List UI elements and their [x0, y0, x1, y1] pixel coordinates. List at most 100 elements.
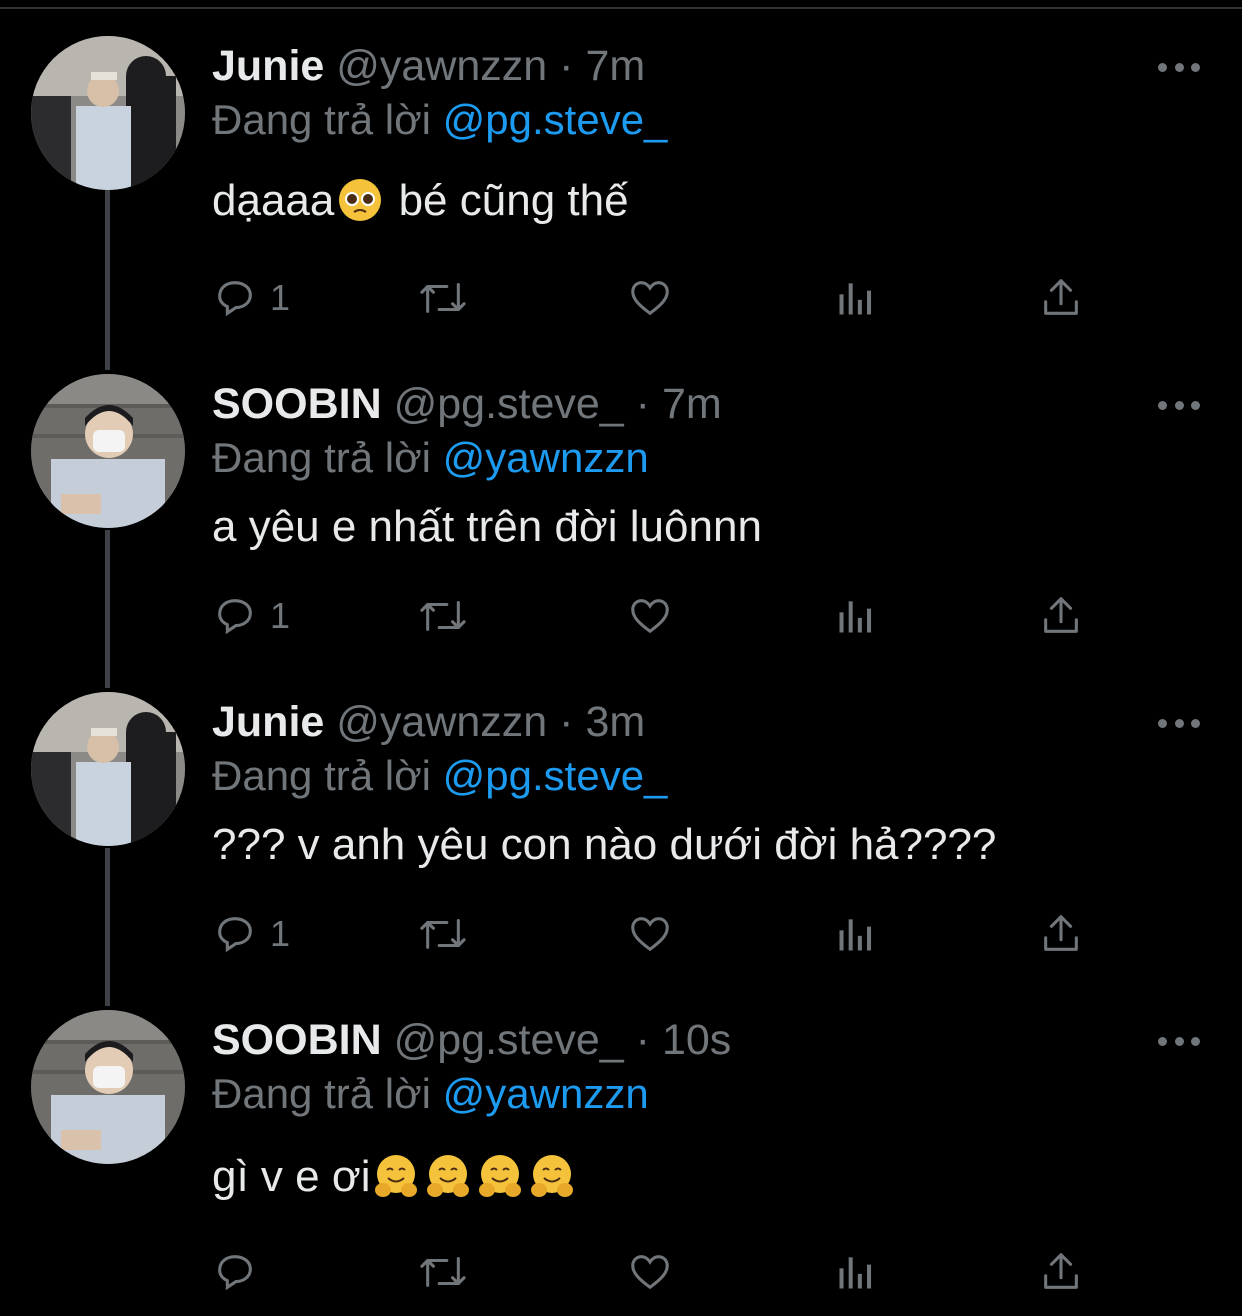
- mention-link[interactable]: @pg.steve_: [443, 96, 668, 143]
- tweet-text: dạaaa bé cũng thế: [212, 174, 629, 228]
- username[interactable]: @pg.steve_: [394, 1016, 624, 1064]
- avatar-soobin[interactable]: [31, 374, 185, 528]
- reply-button[interactable]: 1: [212, 268, 290, 328]
- retweet-button[interactable]: [416, 1242, 470, 1302]
- replying-to: Đang trả lời @yawnzzn: [212, 432, 649, 484]
- share-icon: [1044, 279, 1078, 315]
- hugging-face-icon: [479, 1155, 522, 1197]
- heart-icon: [631, 599, 669, 634]
- share-icon: [1044, 915, 1078, 951]
- tweet-1[interactable]: Junie @yawnzzn · 7m Đang trả lời @pg.ste…: [0, 36, 1242, 336]
- action-bar: 1: [212, 904, 1092, 964]
- separator-dot: ·: [635, 1016, 650, 1064]
- tweet-text: a yêu e nhất trên đời luônnn: [212, 502, 762, 551]
- timestamp[interactable]: 3m: [585, 698, 645, 746]
- pleading-face-icon: [339, 179, 382, 221]
- views-button[interactable]: [834, 1242, 878, 1302]
- reply-count: 1: [270, 595, 291, 636]
- tweet-text-main: dạaaa: [212, 176, 335, 225]
- retweet-icon: [420, 283, 466, 313]
- avatar-soobin[interactable]: [31, 1010, 185, 1164]
- tweet-text-main: gì v e ơi: [212, 1152, 371, 1201]
- username[interactable]: @pg.steve_: [394, 380, 624, 428]
- replying-to-label: Đang trả lời: [212, 434, 431, 481]
- share-icon: [1044, 1253, 1078, 1289]
- more-icon[interactable]: [1158, 60, 1200, 74]
- reply-count: 1: [270, 277, 291, 318]
- replying-to-label: Đang trả lời: [212, 1070, 431, 1117]
- views-button[interactable]: [834, 268, 878, 328]
- timestamp[interactable]: 7m: [585, 42, 645, 90]
- retweet-icon: [420, 919, 466, 949]
- timestamp[interactable]: 10s: [662, 1016, 731, 1064]
- username[interactable]: @yawnzzn: [336, 698, 547, 746]
- tweet-header: SOOBIN @pg.steve_ · 7m: [212, 378, 722, 430]
- display-name[interactable]: SOOBIN: [212, 1016, 382, 1064]
- share-icon: [1044, 597, 1078, 633]
- like-button[interactable]: [626, 586, 674, 646]
- retweet-button[interactable]: [416, 586, 470, 646]
- reply-count: 1: [270, 913, 291, 954]
- like-button[interactable]: [626, 904, 674, 964]
- tweet-header: SOOBIN @pg.steve_ · 10s: [212, 1014, 731, 1066]
- retweet-button[interactable]: [416, 268, 470, 328]
- views-chart-icon: [839, 601, 872, 633]
- more-icon[interactable]: [1158, 716, 1200, 730]
- display-name[interactable]: Junie: [212, 698, 324, 746]
- like-button[interactable]: [626, 1242, 674, 1302]
- hugging-face-icon: [375, 1155, 418, 1197]
- action-bar: 1: [212, 268, 1092, 328]
- reply-icon: [218, 1255, 252, 1291]
- replying-to-label: Đang trả lời: [212, 96, 431, 143]
- heart-icon: [631, 281, 669, 316]
- replying-to: Đang trả lời @yawnzzn: [212, 1068, 649, 1120]
- hugging-face-icon: [531, 1155, 574, 1197]
- views-chart-icon: [839, 919, 872, 951]
- display-name[interactable]: SOOBIN: [212, 380, 382, 428]
- timestamp[interactable]: 7m: [662, 380, 722, 428]
- views-chart-icon: [839, 1257, 872, 1289]
- retweet-icon: [420, 1257, 466, 1287]
- reply-button[interactable]: 1: [212, 586, 290, 646]
- top-divider: [0, 7, 1242, 9]
- more-icon[interactable]: [1158, 1034, 1200, 1048]
- retweet-button[interactable]: [416, 904, 470, 964]
- avatar-junie[interactable]: [31, 36, 185, 190]
- action-bar: [212, 1242, 1092, 1302]
- share-button[interactable]: [1038, 586, 1084, 646]
- replying-to-label: Đang trả lời: [212, 752, 431, 799]
- tweet-2[interactable]: SOOBIN @pg.steve_ · 7m Đang trả lời @yaw…: [0, 374, 1242, 674]
- display-name[interactable]: Junie: [212, 42, 324, 90]
- heart-icon: [631, 917, 669, 952]
- tweet-text: ??? v anh yêu con nào dưới đời hả????: [212, 820, 997, 869]
- reply-button[interactable]: 1: [212, 904, 290, 964]
- share-button[interactable]: [1038, 904, 1084, 964]
- share-button[interactable]: [1038, 1242, 1084, 1302]
- username[interactable]: @yawnzzn: [336, 42, 547, 90]
- reply-icon: [218, 281, 252, 317]
- tweet-4[interactable]: SOOBIN @pg.steve_ · 10s Đang trả lời @ya…: [0, 1010, 1242, 1310]
- views-chart-icon: [839, 283, 872, 315]
- mention-link[interactable]: @yawnzzn: [443, 1070, 649, 1117]
- retweet-icon: [420, 601, 466, 631]
- avatar-junie[interactable]: [31, 692, 185, 846]
- heart-icon: [631, 1255, 669, 1290]
- mention-link[interactable]: @yawnzzn: [443, 434, 649, 481]
- more-icon[interactable]: [1158, 398, 1200, 412]
- tweet-text: gì v e ơi: [212, 1150, 578, 1204]
- tweet-header: Junie @yawnzzn · 3m: [212, 696, 645, 748]
- reply-icon: [218, 599, 252, 635]
- mention-link[interactable]: @pg.steve_: [443, 752, 668, 799]
- like-button[interactable]: [626, 268, 674, 328]
- share-button[interactable]: [1038, 268, 1084, 328]
- reply-icon: [218, 917, 252, 953]
- hugging-face-icon: [427, 1155, 470, 1197]
- replying-to: Đang trả lời @pg.steve_: [212, 750, 667, 802]
- reply-button[interactable]: [212, 1242, 270, 1302]
- replying-to: Đang trả lời @pg.steve_: [212, 94, 667, 146]
- views-button[interactable]: [834, 904, 878, 964]
- separator-dot: ·: [635, 380, 650, 428]
- views-button[interactable]: [834, 586, 878, 646]
- tweet-3[interactable]: Junie @yawnzzn · 3m Đang trả lời @pg.ste…: [0, 692, 1242, 992]
- tweet-text-rest: bé cũng thế: [386, 176, 629, 225]
